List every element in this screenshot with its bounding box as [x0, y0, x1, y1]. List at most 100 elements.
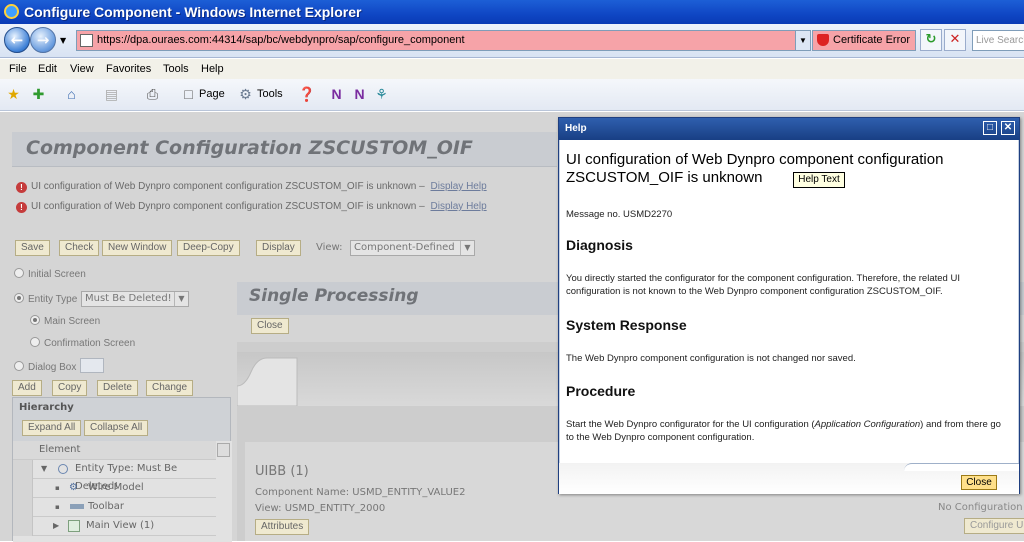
- menu-favorites[interactable]: Favorites: [106, 59, 151, 79]
- menu-tools[interactable]: Tools: [163, 59, 189, 79]
- deep-copy-button[interactable]: Deep-Copy: [177, 240, 240, 256]
- menu-edit[interactable]: Edit: [38, 59, 57, 79]
- favorites-star-icon[interactable]: ★: [6, 87, 21, 102]
- save-button[interactable]: Save: [15, 240, 50, 256]
- research-icon[interactable]: ⚘: [374, 87, 389, 102]
- system-response-text: The Web Dynpro component configuration i…: [566, 353, 856, 364]
- procedure-text-italic: Application Configuration: [814, 419, 921, 430]
- radio-dialog-box[interactable]: Dialog Box: [14, 361, 76, 373]
- view-icon: [68, 520, 80, 532]
- expand-all-button[interactable]: Expand All: [22, 420, 82, 436]
- shield-icon: [817, 34, 829, 46]
- column-settings-icon[interactable]: [217, 443, 230, 457]
- tree-row[interactable]: ▪ ⚙ Wire Model: [13, 479, 216, 498]
- new-window-button[interactable]: New Window: [102, 240, 173, 256]
- dialog-box-input[interactable]: [80, 358, 104, 373]
- print-icon[interactable]: ⎙: [145, 87, 160, 102]
- wire-model-icon: ⚙: [69, 482, 78, 493]
- tree-row[interactable]: ▼ Entity Type: Must Be Deleted!: [13, 460, 216, 492]
- help-icon[interactable]: ❓: [298, 87, 315, 102]
- radio-icon: [14, 293, 24, 303]
- radio-entity-type[interactable]: Entity Type: [14, 293, 77, 305]
- maximize-icon[interactable]: □: [983, 121, 997, 135]
- expand-arrow-icon[interactable]: ▼: [41, 460, 47, 478]
- command-bar: ★ ✚ ⌂ ▤ ⎙ □ Page ⚙ Tools ❓ N N ⚘: [0, 79, 1024, 111]
- tools-gear-icon[interactable]: ⚙: [238, 87, 253, 102]
- entity-type-select[interactable]: Must Be Deleted! ▼: [81, 291, 189, 307]
- feeds-icon[interactable]: ▤: [104, 87, 119, 102]
- row-selector: [13, 498, 33, 517]
- system-response-heading: System Response: [566, 317, 687, 333]
- row-selector: [13, 460, 33, 479]
- help-close-button[interactable]: Close: [961, 475, 997, 490]
- refresh-button[interactable]: ↻: [920, 29, 942, 51]
- uibb-view: View: USMD_ENTITY_2000: [255, 503, 386, 514]
- close-icon[interactable]: ✕: [1001, 121, 1015, 135]
- add-button[interactable]: Add: [12, 380, 42, 396]
- page-menu-label[interactable]: Page: [199, 88, 225, 100]
- close-button[interactable]: Close: [251, 318, 289, 334]
- radio-confirmation-screen[interactable]: Confirmation Screen: [30, 337, 135, 349]
- collapse-all-button[interactable]: Collapse All: [84, 420, 149, 436]
- display-button[interactable]: Display: [256, 240, 301, 256]
- copy-button[interactable]: Copy: [52, 380, 88, 396]
- radio-label: Initial Screen: [28, 269, 86, 280]
- live-search-input[interactable]: Live Search: [972, 30, 1024, 51]
- expand-arrow-icon[interactable]: ▶: [53, 517, 59, 535]
- page-icon: [80, 34, 93, 47]
- tree-row-label: Wire Model: [88, 482, 144, 493]
- menu-help[interactable]: Help: [201, 59, 224, 79]
- radio-main-screen[interactable]: Main Screen: [30, 315, 100, 327]
- hierarchy-tree: Element ▼ Entity Type: Must Be Deleted! ▪…: [13, 441, 232, 542]
- view-select-value: Component-Defined: [354, 242, 455, 253]
- history-dropdown-icon[interactable]: ▼: [60, 36, 66, 45]
- help-heading: UI configuration of Web Dynpro component…: [566, 151, 944, 186]
- view-select[interactable]: Component-Defined ▼: [350, 240, 475, 256]
- address-bar-row: ← → ▼ https://dpa.ouraes.com:44314/sap/b…: [0, 24, 1024, 58]
- url-input[interactable]: https://dpa.ouraes.com:44314/sap/bc/webd…: [76, 30, 811, 51]
- help-dialog-footer: [559, 463, 1019, 494]
- error-message: ! UI configuration of Web Dynpro componen…: [16, 201, 487, 213]
- stop-button[interactable]: ✕: [944, 29, 966, 51]
- radio-icon: [14, 361, 24, 371]
- display-help-link[interactable]: Display Help: [431, 201, 487, 212]
- row-selector: [13, 517, 33, 536]
- menu-view[interactable]: View: [70, 59, 94, 79]
- radio-initial-screen[interactable]: Initial Screen: [14, 268, 86, 280]
- attributes-button[interactable]: Attributes: [255, 519, 310, 535]
- tree-header: Element: [13, 441, 216, 460]
- configure-button[interactable]: Configure U: [964, 518, 1024, 534]
- tools-menu-label[interactable]: Tools: [257, 88, 283, 100]
- onenote-send-icon[interactable]: N: [352, 87, 367, 102]
- radio-icon: [30, 315, 40, 325]
- hierarchy-panel: Hierarchy Expand All Collapse All Elemen…: [12, 397, 232, 542]
- tree-row[interactable]: ▶ Main View (1): [13, 517, 216, 536]
- section-title: Single Processing: [249, 286, 419, 306]
- error-message-text: UI configuration of Web Dynpro component…: [31, 201, 417, 212]
- page-menu-icon[interactable]: □: [181, 87, 196, 102]
- toolbar-icon: [70, 504, 84, 509]
- home-icon[interactable]: ⌂: [64, 87, 79, 102]
- page-title: Component Configuration ZSCUSTOM_OIF: [26, 137, 473, 159]
- delete-button[interactable]: Delete: [97, 380, 138, 396]
- certificate-error-button[interactable]: Certificate Error: [812, 30, 916, 51]
- tree-row[interactable]: ▪ Toolbar: [13, 498, 216, 517]
- radio-icon: [30, 337, 40, 347]
- diagnosis-text: You directly started the configurator fo…: [566, 273, 960, 297]
- back-button[interactable]: ←: [4, 27, 30, 53]
- view-label: View:: [316, 242, 343, 253]
- window-titlebar: Configure Component - Windows Internet E…: [0, 0, 1024, 24]
- window-title: Configure Component - Windows Internet E…: [24, 4, 362, 20]
- menu-file[interactable]: File: [9, 59, 27, 79]
- help-dialog: Help □ ✕ UI configuration of Web Dynpro …: [558, 117, 1020, 494]
- change-button[interactable]: Change: [146, 380, 194, 396]
- radio-label: Entity Type: [28, 294, 78, 305]
- check-button[interactable]: Check: [59, 240, 100, 256]
- help-dialog-body: UI configuration of Web Dynpro component…: [559, 140, 1019, 463]
- url-dropdown-icon[interactable]: ▼: [795, 31, 810, 50]
- display-help-link[interactable]: Display Help: [431, 181, 487, 192]
- add-favorites-icon[interactable]: ✚: [31, 87, 46, 102]
- forward-button[interactable]: →: [30, 27, 56, 53]
- tree-row-label: Toolbar: [88, 501, 125, 512]
- onenote-icon[interactable]: N: [329, 87, 344, 102]
